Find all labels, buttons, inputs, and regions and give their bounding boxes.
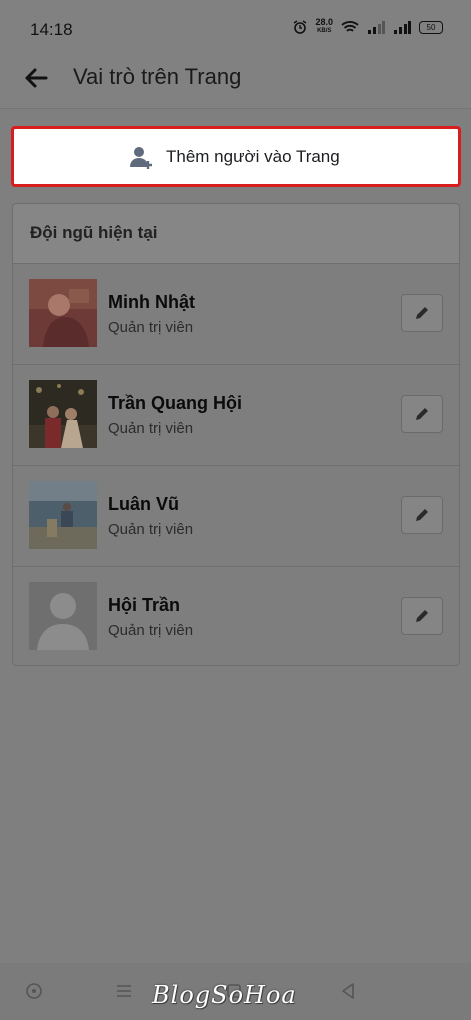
watermark-logo: BlogSoHoa	[152, 981, 297, 1009]
edit-button[interactable]	[401, 496, 443, 534]
back-arrow-icon[interactable]	[22, 64, 50, 92]
network-speed: 28.0 KB/S	[315, 18, 333, 36]
status-time: 14:18	[30, 20, 73, 39]
signal-icon	[394, 20, 411, 34]
avatar	[29, 279, 97, 347]
nav-home-icon[interactable]	[24, 981, 44, 1001]
wifi-icon	[341, 21, 359, 32]
edit-button[interactable]	[401, 294, 443, 332]
member-role: Quản trị viên	[108, 319, 194, 336]
team-member-row[interactable]: Hội Trần Quản trị viên	[13, 567, 459, 667]
member-role: Quản trị viên	[108, 521, 194, 538]
edit-pencil-icon	[416, 509, 428, 521]
avatar	[29, 481, 97, 549]
app-bar: Vai trò trên Trang	[0, 56, 471, 109]
edit-button[interactable]	[401, 597, 443, 635]
avatar	[29, 582, 97, 650]
member-name: Trần Quang Hội	[108, 393, 243, 413]
status-bar: 14:18 28.0 KB/S 50	[0, 0, 471, 56]
speed-value: 28.0	[315, 17, 333, 27]
status-icons: 28.0 KB/S 50	[293, 18, 443, 36]
alarm-icon	[294, 20, 307, 34]
member-role: Quản trị viên	[108, 420, 194, 437]
team-member-row[interactable]: Trần Quang Hội Quản trị viên	[13, 365, 459, 466]
add-person-button[interactable]: Thêm người vào Trang	[11, 126, 461, 187]
speed-unit: KB/S	[317, 28, 332, 34]
avatar	[29, 380, 97, 448]
battery-icon: 50	[419, 20, 443, 34]
add-person-icon	[130, 147, 152, 169]
team-title: Đội ngũ hiện tại	[30, 223, 158, 242]
signal-icon	[368, 20, 385, 34]
current-team-card: Đội ngũ hiện tại Minh Nhật Quản trị viên	[12, 203, 460, 666]
nav-back-icon[interactable]	[338, 981, 358, 1001]
member-name: Minh Nhật	[108, 292, 195, 312]
team-member-row[interactable]: Minh Nhật Quản trị viên	[13, 264, 459, 365]
edit-pencil-icon	[416, 307, 428, 319]
add-person-label: Thêm người vào Trang	[166, 147, 340, 166]
member-name: Hội Trần	[108, 595, 181, 615]
page-title: Vai trò trên Trang	[73, 64, 242, 89]
edit-pencil-icon	[416, 408, 428, 420]
team-header: Đội ngũ hiện tại	[13, 204, 459, 264]
member-name: Luân Vũ	[108, 494, 179, 514]
member-role: Quản trị viên	[108, 622, 194, 639]
edit-pencil-icon	[416, 610, 428, 622]
edit-button[interactable]	[401, 395, 443, 433]
nav-menu-icon[interactable]	[114, 981, 134, 1001]
team-member-row[interactable]: Luân Vũ Quản trị viên	[13, 466, 459, 567]
